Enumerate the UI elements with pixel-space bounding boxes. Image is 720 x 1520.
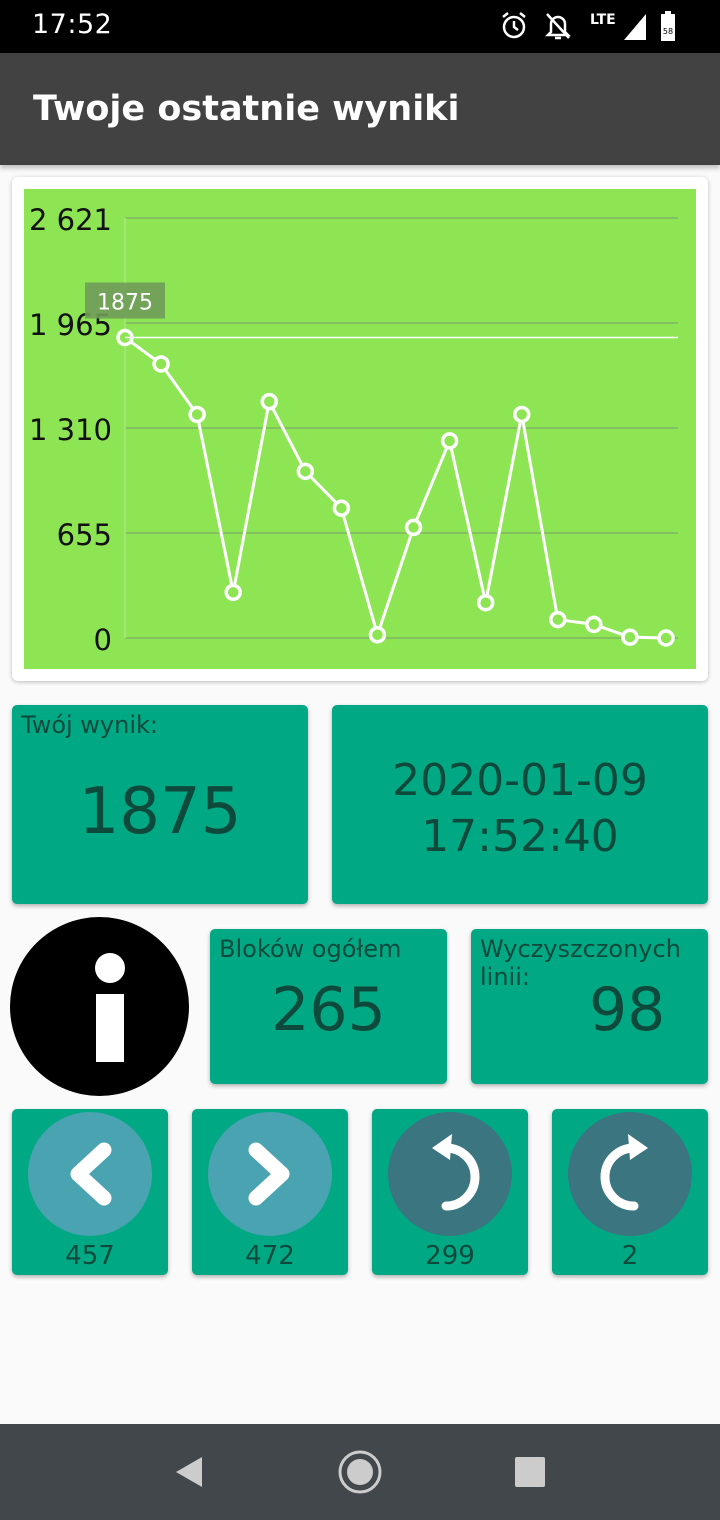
previous-count: 457: [65, 1241, 115, 1271]
info-button[interactable]: [10, 917, 189, 1096]
next-button-circle: [208, 1112, 332, 1236]
next-count: 472: [245, 1241, 295, 1271]
data-point[interactable]: [404, 518, 423, 537]
lines-cleared-value: 98: [589, 975, 666, 1045]
data-point[interactable]: [188, 405, 206, 424]
data-point[interactable]: [512, 405, 531, 424]
status-icons: LTE 58: [500, 10, 690, 42]
network-type: LTE: [590, 12, 616, 28]
app-bar: Twoje ostatnie wyniki: [0, 53, 720, 165]
data-point[interactable]: [440, 432, 459, 450]
data-point[interactable]: [476, 593, 495, 612]
undo-button-circle: [388, 1112, 512, 1236]
page-title: Twoje ostatnie wyniki: [33, 89, 460, 129]
alarm-icon: [502, 12, 526, 39]
chevron-right-icon: [248, 1142, 290, 1206]
back-icon[interactable]: [172, 1455, 206, 1489]
data-point[interactable]: [332, 499, 351, 517]
highlight-label: 1875: [97, 291, 153, 316]
battery-level: 58: [663, 27, 673, 36]
score-chart[interactable]: 2 6211 9651 3106550 1875: [12, 177, 708, 681]
score-caption: Twój wynik:: [21, 711, 158, 739]
previous-button-circle: [28, 1112, 152, 1236]
signal-icon: [624, 14, 646, 40]
battery-icon: 58: [661, 11, 675, 41]
redo-button[interactable]: 2: [552, 1109, 708, 1275]
data-point[interactable]: [260, 392, 279, 411]
blocks-tile: Bloków ogółem 265: [210, 929, 447, 1084]
recents-icon[interactable]: [514, 1456, 546, 1488]
system-nav-bar: [0, 1424, 720, 1520]
undo-count: 299: [425, 1241, 475, 1271]
y-tick-label: 655: [57, 518, 112, 552]
blocks-caption: Bloków ogółem: [219, 935, 402, 963]
score-tile: Twój wynik: 1875: [12, 705, 308, 904]
y-tick-label: 0: [94, 623, 112, 657]
blocks-value: 265: [271, 975, 386, 1045]
data-point[interactable]: [368, 626, 387, 644]
previous-button[interactable]: 457: [12, 1109, 168, 1275]
redo-button-circle: [568, 1112, 692, 1236]
datetime-tile: 2020-01-09 17:52:40: [332, 705, 708, 904]
status-time: 17:52: [32, 9, 113, 40]
status-bar: 17:52 LTE 58: [0, 0, 720, 53]
data-point[interactable]: [657, 629, 675, 647]
data-point[interactable]: [549, 610, 567, 629]
data-point[interactable]: [224, 583, 242, 602]
chart-card: 2 621 1 965 1 310 655 0 1875: [12, 177, 708, 681]
y-tick-label: 1 310: [29, 413, 112, 447]
score-time: 17:52:40: [421, 811, 619, 862]
home-icon[interactable]: [337, 1449, 383, 1495]
chevron-left-icon: [70, 1142, 112, 1206]
next-button[interactable]: 472: [192, 1109, 348, 1275]
score-value: 1875: [78, 775, 242, 849]
notifications-off-icon: [544, 13, 572, 40]
redo-count: 2: [621, 1241, 639, 1271]
lines-cleared-tile: Wyczyszczonych linii: 98: [471, 929, 708, 1084]
info-icon-stem: [96, 994, 124, 1062]
data-point[interactable]: [585, 615, 603, 634]
y-tick-label: 2 621: [29, 203, 112, 237]
score-date: 2020-01-09: [392, 755, 648, 806]
undo-icon: [432, 1134, 480, 1211]
data-point[interactable]: [296, 462, 315, 481]
undo-button[interactable]: 299: [372, 1109, 528, 1275]
redo-icon: [600, 1134, 648, 1211]
data-point[interactable]: [621, 628, 639, 646]
data-point[interactable]: [152, 355, 170, 373]
info-icon-dot: [95, 953, 125, 983]
